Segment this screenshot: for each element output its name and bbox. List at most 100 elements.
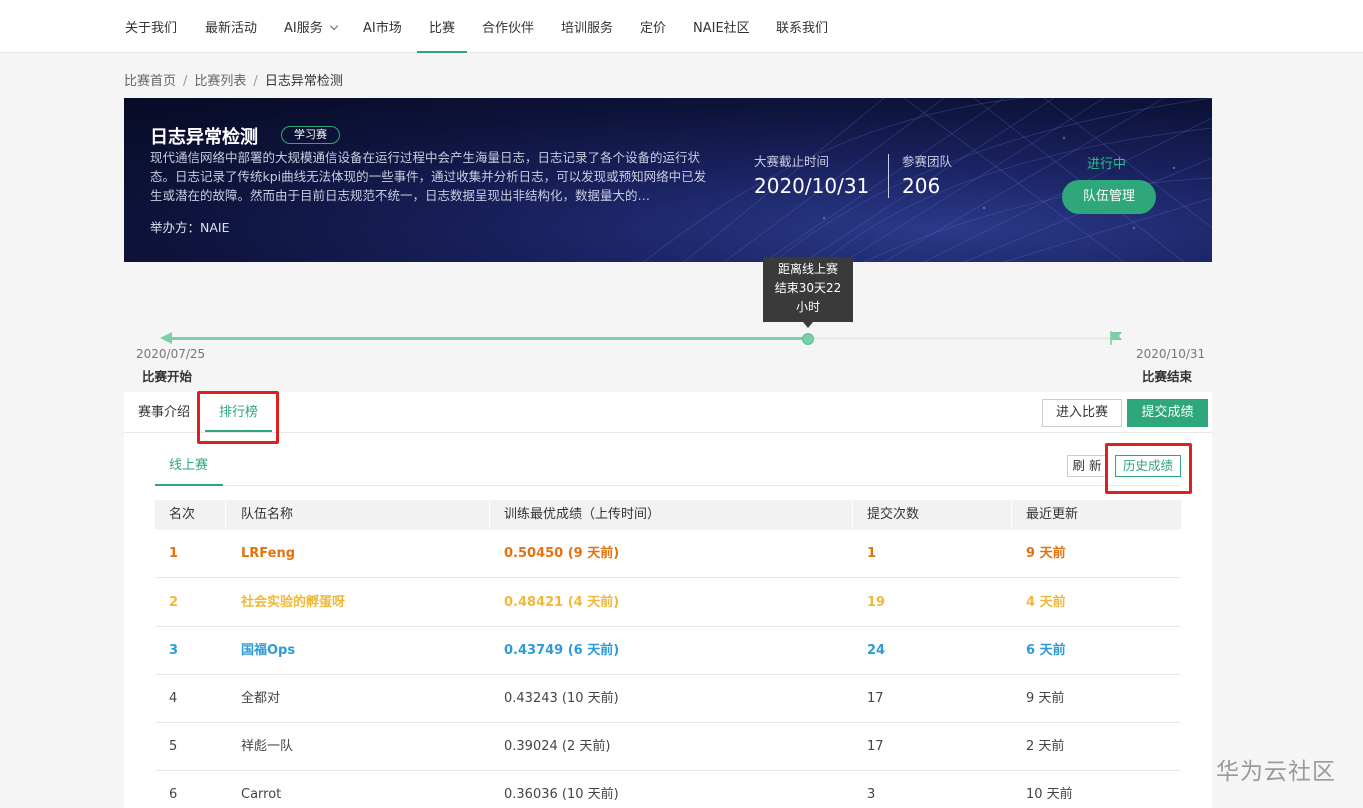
cell-submissions: 24 (867, 643, 886, 658)
cell-rank: 5 (169, 739, 178, 754)
nav-item-ai-market[interactable]: AI市场 (363, 0, 402, 53)
end-date: 2020/10/31 (1136, 347, 1206, 361)
history-results-button[interactable]: 历史成绩 (1115, 455, 1181, 477)
table-row: 5 祥彪一队 0.39024 (2 天前) 17 2 天前 (155, 723, 1181, 771)
cell-rank: 1 (169, 546, 179, 561)
nav-item-community[interactable]: NAIE社区 (693, 0, 750, 53)
cell-score: 0.48421 (4 天前) (504, 595, 620, 610)
nav-item-ai-services-label: AI服务 (284, 21, 323, 36)
cell-submissions: 1 (867, 546, 877, 561)
nav-item-about[interactable]: 关于我们 (125, 0, 177, 53)
cell-team[interactable]: 社会实验的孵蛋呀 (241, 579, 345, 627)
cell-submissions: 3 (867, 787, 876, 802)
header-submissions: 提交次数 (867, 507, 920, 522)
breadcrumb-separator: / (253, 74, 258, 89)
countdown-line-2: 结束30天22 (774, 281, 842, 295)
cell-team[interactable]: 国福Ops (241, 627, 295, 675)
breadcrumb-current: 日志异常检测 (264, 74, 343, 89)
cell-rank: 6 (169, 787, 178, 802)
competition-description: 现代通信网络中部署的大规模通信设备在运行过程中会产生海量日志，日志记录了各个设备… (150, 150, 707, 203)
cell-score: 0.36036 (10 天前) (504, 787, 619, 802)
header-separator (852, 500, 853, 530)
header-score: 训练最优成绩（上传时间） (504, 507, 661, 522)
header-separator (489, 500, 490, 530)
nav-item-training[interactable]: 培训服务 (561, 0, 613, 53)
cell-rank: 4 (169, 691, 178, 706)
cell-updated: 4 天前 (1026, 595, 1066, 610)
cell-score: 0.43749 (6 天前) (504, 643, 620, 658)
cell-score: 0.50450 (9 天前) (504, 546, 620, 561)
banner-divider (888, 154, 889, 198)
tab-intro[interactable]: 赛事介绍 (138, 392, 190, 433)
cell-team[interactable]: LRFeng (241, 530, 295, 578)
breadcrumb-separator: / (183, 74, 188, 89)
cell-submissions: 17 (867, 739, 884, 754)
cell-team[interactable]: 全都对 (241, 675, 280, 723)
teams-value: 206 (902, 174, 941, 198)
timeline-progress (165, 337, 811, 340)
table-row: 2 社会实验的孵蛋呀 0.48421 (4 天前) 19 4 天前 (155, 579, 1181, 627)
start-date: 2020/07/25 (136, 347, 206, 361)
cell-score: 0.39024 (2 天前) (504, 739, 611, 754)
deadline-value: 2020/10/31 (754, 174, 870, 198)
competition-banner: 日志异常检测 学习赛 现代通信网络中部署的大规模通信设备在运行过程中会产生海量日… (124, 98, 1212, 262)
competition-organizer: 举办方：NAIE (150, 220, 230, 235)
cell-updated: 9 天前 (1026, 546, 1066, 561)
end-flag-icon (1110, 331, 1122, 345)
competition-status: 进行中 (1087, 157, 1127, 172)
competition-type-badge: 学习赛 (281, 126, 340, 144)
top-nav: 关于我们 最新活动 AI服务 AI市场 比赛 合作伙伴 培训服务 定价 NAIE… (0, 0, 1363, 53)
team-management-button[interactable]: 队伍管理 (1062, 180, 1156, 214)
nav-item-contact[interactable]: 联系我们 (776, 0, 828, 53)
tab-active-underline (205, 430, 272, 432)
cell-updated: 6 天前 (1026, 643, 1066, 658)
start-label: 比赛开始 (142, 369, 193, 384)
competition-title: 日志异常检测 (150, 127, 258, 148)
subtab-online[interactable]: 线上赛 (169, 445, 208, 486)
header-separator (1011, 500, 1012, 530)
header-updated: 最近更新 (1026, 507, 1079, 522)
cell-team[interactable]: Carrot (241, 771, 281, 808)
chevron-down-icon (329, 21, 338, 31)
header-separator (225, 500, 226, 530)
header-rank: 名次 (169, 507, 196, 522)
nav-item-competitions[interactable]: 比赛 (416, 0, 468, 53)
timeline-current-marker (802, 333, 814, 345)
deadline-label: 大赛截止时间 (754, 154, 830, 169)
teams-label: 参赛团队 (902, 154, 953, 169)
countdown-line-1: 距离线上赛 (777, 262, 838, 276)
timeline-track (165, 337, 1115, 340)
cell-updated: 9 天前 (1026, 691, 1065, 706)
breadcrumb-list[interactable]: 比赛列表 (194, 70, 246, 89)
cell-updated: 10 天前 (1026, 787, 1073, 802)
cell-rank: 2 (169, 595, 179, 610)
end-label: 比赛结束 (1142, 369, 1193, 384)
nav-item-pricing[interactable]: 定价 (640, 0, 666, 53)
cell-team[interactable]: 祥彪一队 (241, 723, 293, 771)
table-row: 4 全都对 0.43243 (10 天前) 17 9 天前 (155, 675, 1181, 723)
tab-leaderboard[interactable]: 排行榜 (219, 392, 258, 433)
nav-item-partners[interactable]: 合作伙伴 (482, 0, 534, 53)
table-row: 3 国福Ops 0.43749 (6 天前) 24 6 天前 (155, 627, 1181, 675)
header-team: 队伍名称 (241, 507, 294, 522)
cell-rank: 3 (169, 643, 179, 658)
tabs-bar: 赛事介绍 排行榜 进入比赛 提交成绩 (124, 392, 1212, 433)
breadcrumb-home[interactable]: 比赛首页 (124, 70, 176, 89)
refresh-button[interactable]: 刷 新 (1067, 455, 1107, 477)
subtab-active-underline (155, 484, 223, 486)
cell-score: 0.43243 (10 天前) (504, 691, 619, 706)
countdown-line-3: 小时 (795, 300, 820, 314)
cell-updated: 2 天前 (1026, 739, 1065, 754)
table-row: 1 LRFeng 0.50450 (9 天前) 1 9 天前 (155, 530, 1181, 578)
enter-competition-button[interactable]: 进入比赛 (1042, 399, 1122, 427)
table-header: 名次 队伍名称 训练最优成绩（上传时间） 提交次数 最近更新 (155, 500, 1181, 530)
nav-item-ai-services[interactable]: AI服务 (284, 0, 338, 53)
breadcrumb: 比赛首页 / 比赛列表 / 日志异常检测 (124, 70, 343, 89)
submit-results-button[interactable]: 提交成绩 (1127, 399, 1208, 427)
table-row: 6 Carrot 0.36036 (10 天前) 3 10 天前 (155, 771, 1181, 808)
nav-item-events[interactable]: 最新活动 (205, 0, 257, 53)
leaderboard-panel: 赛事介绍 排行榜 进入比赛 提交成绩 线上赛 刷 新 历史成绩 名次 队伍名称 … (124, 392, 1212, 808)
countdown-tooltip: 距离线上赛 结束30天22 小时 (763, 257, 853, 328)
watermark: 华为云社区 (1216, 759, 1336, 785)
subtabs-bar: 线上赛 刷 新 历史成绩 (155, 445, 1181, 486)
